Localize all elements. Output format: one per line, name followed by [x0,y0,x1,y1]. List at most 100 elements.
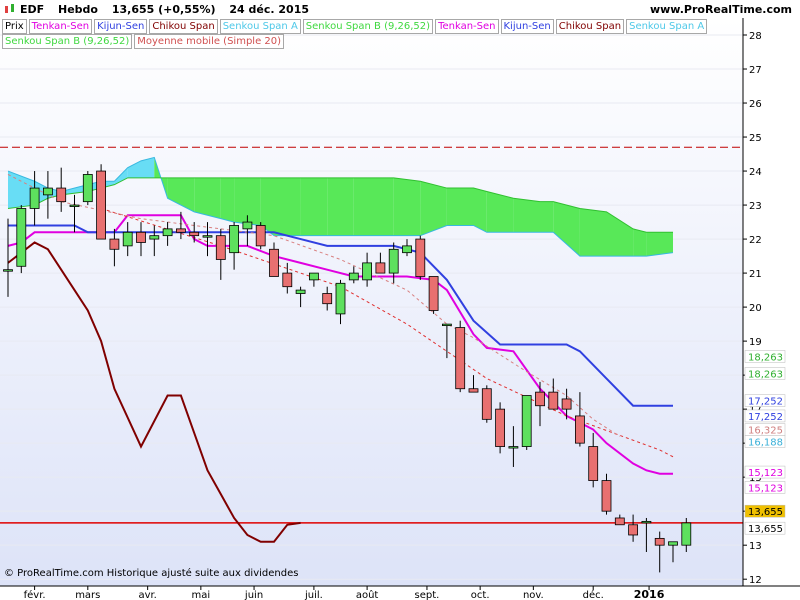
legend-item[interactable]: Kijun-Sen [94,19,148,34]
candle-body [109,238,120,250]
candle-body [415,238,426,277]
y-tick-label: 21 [749,269,762,280]
y-tick-label: 24 [749,167,762,178]
candle-body [69,204,80,207]
axis-label-text: 16,325 [748,426,783,437]
cloud-segment [274,177,301,236]
legend-item[interactable]: Moyenne mobile (Simple 20) [134,34,285,49]
x-tick-label: 2016 [634,588,665,600]
candle-body [601,480,612,512]
candle-body [295,289,306,294]
cloud-segment [646,232,673,257]
candle-body [614,517,625,526]
axis-label-text: 13,655 [748,524,783,535]
candle-body [269,248,279,277]
candle-body [628,524,638,536]
quote: 13,655 (+0,55%) [111,3,216,16]
legend-row-2: Senkou Span B (9,26,52) Moyenne mobile (S… [2,34,286,49]
axis-label-text: 18,263 [748,369,783,380]
footer-note: © ProRealTime.com Historique ajusté suit… [4,568,299,579]
y-tick-label: 13 [749,541,762,552]
candle-body [455,327,466,390]
x-tick-label: sept. [415,590,440,600]
axis-value-labels: 18,263 18,263 17,252 17,252 16,32516,188 15,1… [744,350,786,535]
symbol: EDF [20,3,45,16]
legend-item[interactable]: Chikou Span [149,19,218,34]
cloud-segment [579,208,607,257]
candle-body [3,269,13,272]
legend-item[interactable]: Chikou Span [555,19,625,34]
candle-body [588,446,599,481]
cloud-segment [353,177,394,236]
candle-body [16,208,27,267]
candle-body [521,395,532,447]
y-tick-label: 22 [749,235,762,246]
legend-item[interactable]: Senkou Span A [219,19,301,34]
legend-item[interactable]: Tenkan-Sen [435,19,499,34]
axis-label-text: 15,123 [748,483,783,494]
candle-body [375,262,386,274]
candle-body [96,170,106,240]
candle-body [441,323,452,327]
candle-body [402,245,412,254]
legend-item[interactable]: Senkou Span B (9,26,52) [2,34,133,49]
candle-body [175,228,186,233]
chart-window: 1213141516171819202122232425262728 févr.… [0,0,800,600]
cloud-segment [473,188,487,233]
candle-body [242,221,253,230]
candle-body [202,235,213,238]
axis-label-text: 16,188 [748,437,783,448]
x-tick-label: juil. [304,590,323,600]
legend-item[interactable]: Senkou Span B (9,26,52) [302,19,434,34]
cloud-segment [300,177,328,236]
candle-body [215,235,226,260]
x-tick-label: mai [192,590,211,600]
axis-label-text: 15,123 [748,468,783,479]
legend-item[interactable]: Kijun-Sen [500,19,554,34]
candle-body [388,248,399,274]
candle-body [681,522,692,546]
x-tick-label: août [356,589,379,600]
instrument-info: EDF Hebdo 13,655 (+0,55%) 24 déc. 2015 [20,3,319,16]
period: Hebdo [58,3,98,16]
cloud-segment [393,177,421,236]
chart-svg: 1213141516171819202122232425262728 févr.… [0,18,800,600]
candle-body [362,262,373,281]
legend-item[interactable]: Senkou Span A [626,19,708,34]
legend-item[interactable]: Prix [2,19,27,34]
candle-body [149,235,160,240]
legend-item[interactable]: Tenkan-Sen [28,19,93,34]
candle-body [495,408,506,447]
y-tick-label: 12 [749,575,762,586]
x-tick-label: févr. [24,589,46,600]
x-tick-label: nov. [523,590,544,600]
candle-body [481,388,492,420]
candle-body [668,541,678,546]
x-tick-label: mars [75,590,100,600]
candle-body [136,231,146,243]
y-tick-label: 19 [749,337,762,348]
candle-body [43,187,53,196]
candle-body [29,187,40,209]
axis-label-text: 17,252 [748,412,783,423]
cloud-segment [633,228,647,257]
candle-body [428,276,439,311]
x-axis: févr. mars avr. mai juin juil. août sept. oct. no… [0,585,800,600]
cloud-segment [540,201,554,233]
candle-body [575,415,585,444]
candle-body [548,391,559,410]
cloud-segment [220,177,235,223]
candle-body [322,293,333,305]
cloud-segment [513,198,540,233]
candle-body [162,228,173,237]
cloud-segment [327,177,354,236]
candlestick-logo-icon [5,4,14,13]
quote-date: 24 déc. 2015 [229,3,310,16]
candle-body [335,282,346,315]
candle-body [308,272,319,281]
candle-body [561,398,572,410]
candle-body [508,446,519,449]
candle-body [641,520,652,524]
x-tick-label: avr. [138,590,156,600]
y-tick-label: 25 [749,133,762,144]
